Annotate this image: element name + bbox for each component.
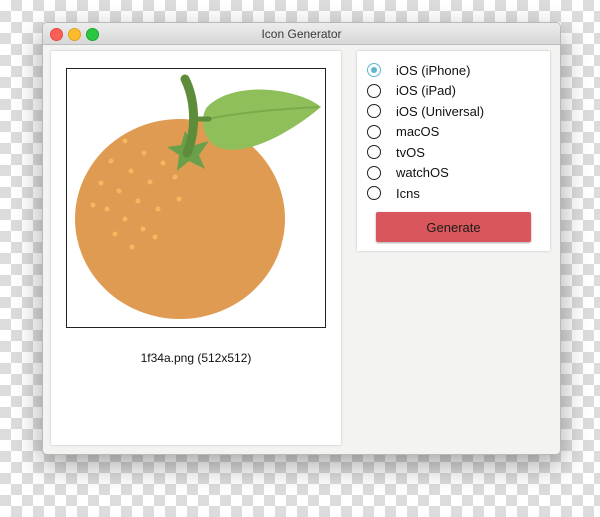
radio-button[interactable] [367, 124, 381, 139]
app-window: Icon Generator 1f34a.png (512x512) iOS (… [42, 22, 561, 455]
radio-macos[interactable]: macOS [367, 122, 439, 142]
image-caption: 1f34a.png (512x512) [140, 351, 252, 365]
preview-panel: 1f34a.png (512x512) [51, 51, 341, 445]
generate-button[interactable]: Generate [376, 212, 531, 242]
radio-label: tvOS [396, 144, 425, 160]
platform-panel: iOS (iPhone) iOS (iPad) iOS (Universal) … [357, 51, 550, 251]
radio-ios-universal[interactable]: iOS (Universal) [367, 101, 484, 121]
radio-ios-iphone[interactable]: iOS (iPhone) [367, 60, 470, 80]
radio-label: iOS (iPad) [396, 83, 456, 98]
radio-label: Icns [396, 185, 420, 201]
radio-ios-ipad[interactable]: iOS (iPad) [367, 81, 456, 101]
radio-icns[interactable]: Icns [367, 183, 420, 203]
window-title: Icon Generator [261, 27, 342, 41]
radio-button[interactable] [367, 186, 381, 200]
radio-label: iOS (Universal) [396, 103, 485, 119]
radio-button[interactable] [367, 83, 381, 98]
radio-label: macOS [396, 124, 440, 139]
icon-preview-image [66, 68, 326, 328]
radio-watchos[interactable]: watchOS [367, 163, 449, 183]
radio-button[interactable] [367, 145, 381, 159]
title-bar: Icon Generator [43, 23, 560, 45]
orange-icon [75, 74, 321, 319]
radio-label: watchOS [396, 165, 449, 180]
radio-button-checked[interactable] [367, 63, 381, 77]
radio-button[interactable] [367, 165, 381, 180]
radio-label: iOS (iPhone) [396, 62, 471, 78]
radio-button[interactable] [367, 104, 381, 118]
radio-tvos[interactable]: tvOS [367, 142, 425, 162]
